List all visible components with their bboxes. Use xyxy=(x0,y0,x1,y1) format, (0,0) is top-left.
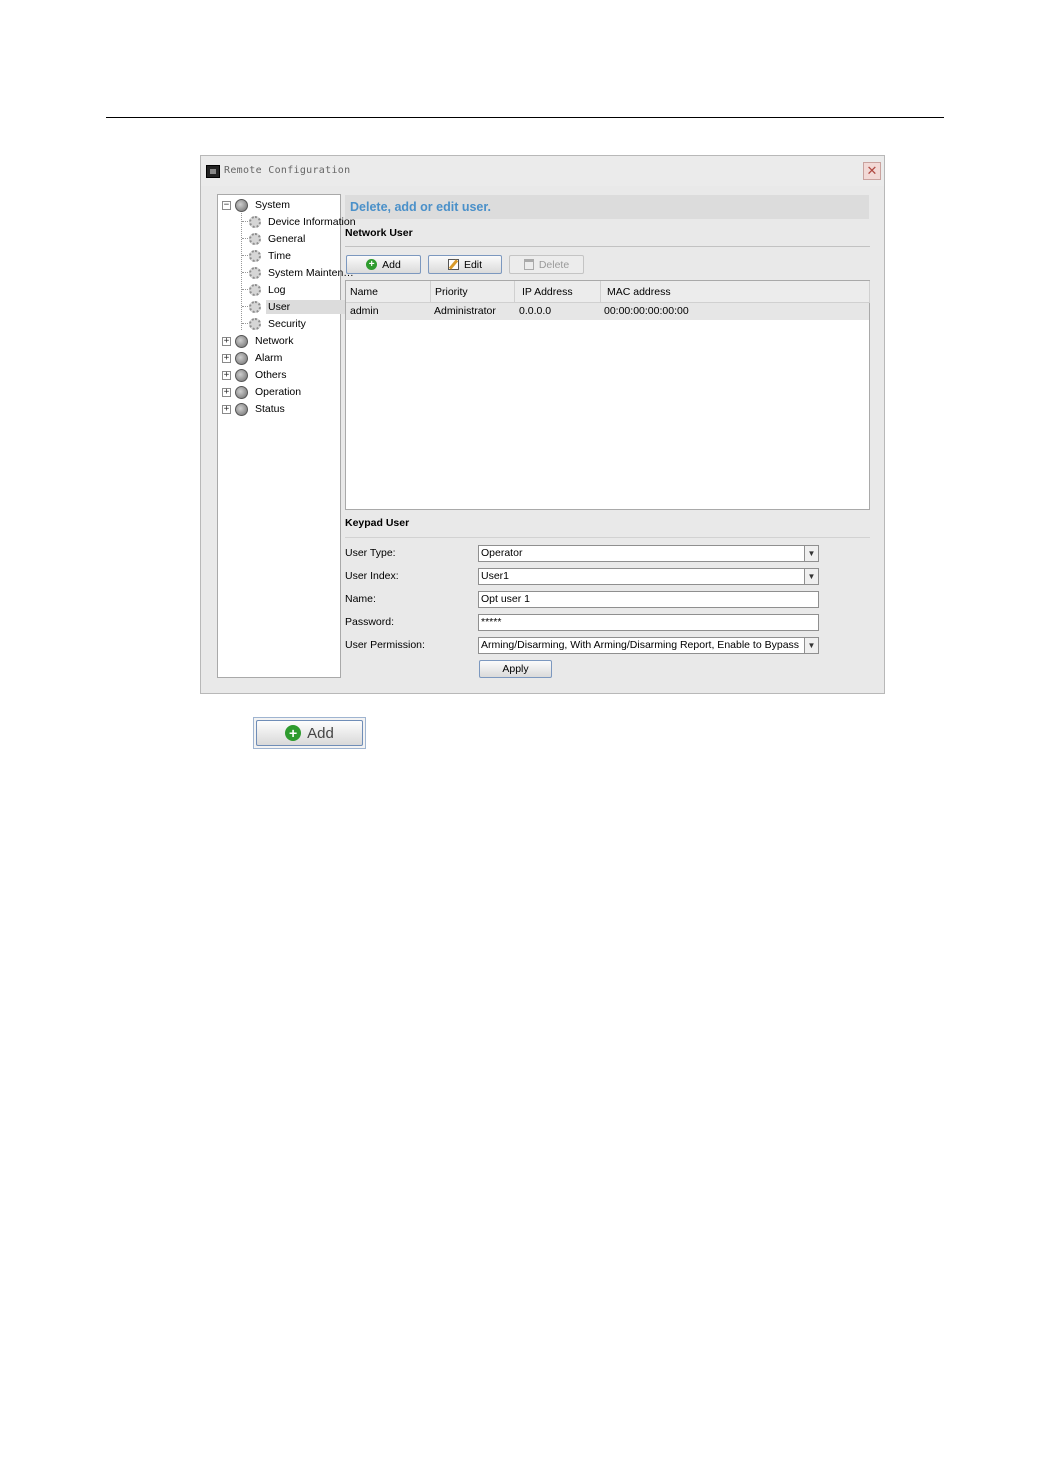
chevron-down-icon[interactable]: ▼ xyxy=(804,638,818,653)
add-icon: + xyxy=(285,725,302,741)
add-button[interactable]: + Add xyxy=(346,255,421,274)
name-input[interactable]: Opt user 1 xyxy=(478,591,819,608)
add-button-label: Add xyxy=(382,258,401,271)
tree-item-alarm[interactable]: + Alarm xyxy=(222,350,284,366)
tree-item-network[interactable]: + Network xyxy=(222,333,296,349)
expand-icon[interactable]: + xyxy=(222,336,231,346)
gear-icon xyxy=(249,301,261,313)
cell-ip-address: 0.0.0.0 xyxy=(519,305,552,317)
password-input[interactable]: ***** xyxy=(478,614,819,631)
edit-icon xyxy=(447,259,459,270)
tree-item-system[interactable]: − System xyxy=(222,197,292,213)
tree-item-security[interactable]: Security xyxy=(249,316,358,332)
tree-item-status[interactable]: + Status xyxy=(222,401,287,417)
page-top-rule xyxy=(106,117,944,118)
gear-icon xyxy=(249,233,261,245)
user-type-label: User Type: xyxy=(345,547,396,559)
column-header-name[interactable]: Name xyxy=(346,281,431,303)
section-divider xyxy=(345,537,870,538)
column-header-ip-address[interactable]: IP Address xyxy=(515,281,601,303)
network-user-table: Name Priority IP Address MAC address adm… xyxy=(345,280,870,510)
user-index-select[interactable]: User1 ▼ xyxy=(478,568,819,585)
trash-icon xyxy=(523,259,534,270)
globe-icon xyxy=(235,351,248,365)
apply-button[interactable]: Apply xyxy=(479,660,552,678)
expand-icon[interactable]: + xyxy=(222,353,231,363)
user-permission-value: Arming/Disarming, With Arming/Disarming … xyxy=(481,639,800,651)
column-header-mac-address[interactable]: MAC address xyxy=(601,281,870,303)
title-bar[interactable]: Remote Configuration ✕ xyxy=(201,156,884,186)
add-button-large[interactable]: + Add xyxy=(256,720,363,746)
expand-icon[interactable]: + xyxy=(222,404,231,414)
globe-icon xyxy=(235,334,248,348)
globe-icon xyxy=(235,368,248,382)
page-title: Delete, add or edit user. xyxy=(350,200,492,214)
user-index-label: User Index: xyxy=(345,570,399,582)
tree-item-label: Time xyxy=(268,250,291,262)
globe-icon xyxy=(235,402,248,416)
globe-icon xyxy=(235,385,248,399)
page-header: Delete, add or edit user. xyxy=(345,195,869,219)
chevron-down-icon[interactable]: ▼ xyxy=(804,569,818,584)
user-permission-select[interactable]: Arming/Disarming, With Arming/Disarming … xyxy=(478,637,819,654)
user-type-value: Operator xyxy=(481,547,523,559)
user-permission-label: User Permission: xyxy=(345,639,425,651)
globe-icon xyxy=(235,198,248,212)
config-tree: − System Device Information General Time… xyxy=(217,194,358,678)
gear-icon xyxy=(249,250,261,262)
network-user-title: Network User xyxy=(345,227,413,239)
tree-item-label: System xyxy=(255,199,291,211)
close-button[interactable]: ✕ xyxy=(863,162,881,180)
cell-mac-address: 00:00:00:00:00:00 xyxy=(604,305,689,317)
gear-icon xyxy=(249,284,261,296)
add-button-illustration: + Add xyxy=(253,717,366,749)
tree-item-device-information[interactable]: Device Information xyxy=(249,214,358,230)
add-button-large-label: Add xyxy=(307,724,334,742)
section-divider xyxy=(345,246,870,247)
remote-configuration-window: Remote Configuration ✕ − System Device I… xyxy=(200,155,885,694)
table-header: Name Priority IP Address MAC address xyxy=(346,281,870,303)
cell-name: admin xyxy=(350,305,379,317)
delete-button[interactable]: Delete xyxy=(509,255,584,274)
gear-icon xyxy=(249,318,261,330)
password-label: Password: xyxy=(345,616,395,628)
tree-item-label: Operation xyxy=(255,386,302,398)
tree-item-user[interactable]: User xyxy=(249,299,358,315)
tree-item-general[interactable]: General xyxy=(249,231,358,247)
collapse-icon[interactable]: − xyxy=(222,200,231,210)
edit-button[interactable]: Edit xyxy=(428,255,502,274)
user-index-value: User1 xyxy=(481,570,510,582)
tree-item-label: Network xyxy=(255,335,294,347)
gear-icon xyxy=(249,267,261,279)
chevron-down-icon[interactable]: ▼ xyxy=(804,546,818,561)
expand-icon[interactable]: + xyxy=(222,387,231,397)
tree-item-operation[interactable]: + Operation xyxy=(222,384,303,400)
window-title: Remote Configuration xyxy=(224,165,351,176)
tree-item-label: Alarm xyxy=(255,352,283,364)
tree-item-log[interactable]: Log xyxy=(249,282,358,298)
tree-item-label: System Maintenance xyxy=(268,267,358,279)
edit-button-label: Edit xyxy=(463,258,483,271)
keypad-user-title: Keypad User xyxy=(345,517,410,529)
name-label: Name: xyxy=(345,593,376,605)
cell-priority: Administrator xyxy=(434,305,496,317)
user-type-select[interactable]: Operator ▼ xyxy=(478,545,819,562)
tree-item-time[interactable]: Time xyxy=(249,248,358,264)
app-icon xyxy=(206,165,220,178)
tree-item-others[interactable]: + Others xyxy=(222,367,289,383)
expand-icon[interactable]: + xyxy=(222,370,231,380)
delete-button-label: Delete xyxy=(538,258,570,271)
gear-icon xyxy=(249,216,261,228)
column-header-priority[interactable]: Priority xyxy=(431,281,515,303)
tree-item-system-maintenance[interactable]: System Maintenance xyxy=(249,265,358,281)
tree-item-label: Others xyxy=(255,369,287,381)
table-row[interactable]: admin Administrator 0.0.0.0 00:00:00:00:… xyxy=(346,303,869,320)
add-icon: + xyxy=(366,259,378,270)
tree-item-label: Status xyxy=(255,403,285,415)
